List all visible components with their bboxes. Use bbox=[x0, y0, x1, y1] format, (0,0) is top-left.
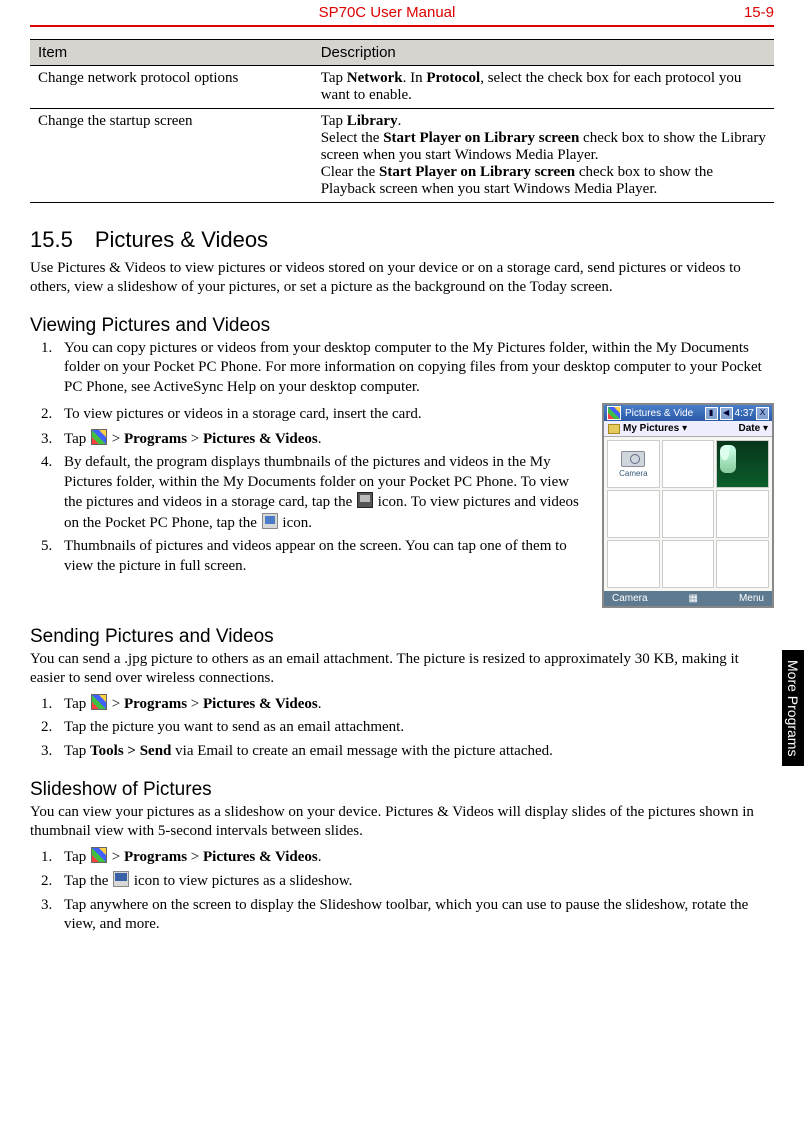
list-item: To view pictures or videos in a storage … bbox=[56, 405, 588, 425]
doc-title: SP70C User Manual bbox=[319, 4, 456, 21]
section-heading: 15.5 Pictures & Videos bbox=[30, 227, 774, 253]
section-tab: More Programs bbox=[782, 650, 804, 766]
subsection-heading: Slideshow of Pictures bbox=[30, 779, 774, 801]
list-item: Tap > Programs > Pictures & Videos. bbox=[56, 429, 588, 450]
slideshow-steps: Tap > Programs > Pictures & Videos. Tap … bbox=[30, 847, 774, 935]
thumb-empty bbox=[662, 440, 715, 488]
thumb-empty bbox=[607, 540, 660, 588]
list-item: Tap anywhere on the screen to display th… bbox=[56, 896, 774, 935]
folder-bar: My Pictures ▾ Date ▾ bbox=[604, 421, 772, 437]
start-icon bbox=[91, 429, 107, 445]
table-row: Change network protocol options Tap Netw… bbox=[30, 66, 774, 109]
slideshow-icon bbox=[113, 871, 129, 887]
col-item: Item bbox=[30, 40, 313, 66]
subsection-heading: Viewing Pictures and Videos bbox=[30, 315, 774, 337]
col-description: Description bbox=[313, 40, 774, 66]
folder-dropdown-icon: ▾ bbox=[682, 423, 687, 434]
list-item: Tap > Programs > Pictures & Videos. bbox=[56, 694, 774, 715]
subsection-heading: Sending Pictures and Videos bbox=[30, 626, 774, 648]
thumb-empty bbox=[716, 490, 769, 538]
viewing-steps-cont: To view pictures or videos in a storage … bbox=[30, 405, 588, 576]
waterfall-thumb bbox=[716, 440, 769, 488]
camera-label: Camera bbox=[619, 469, 647, 478]
sort-dropdown-icon: ▾ bbox=[763, 423, 768, 434]
speaker-icon: ◀ bbox=[720, 407, 733, 420]
thumb-empty bbox=[662, 490, 715, 538]
start-icon bbox=[91, 847, 107, 863]
cell-desc: Tap Library. Select the Start Player on … bbox=[313, 109, 774, 203]
camera-icon bbox=[621, 451, 645, 467]
titlebar: Pictures & Vide ▮ ◀ 4:37 X bbox=[604, 405, 772, 421]
folder-label: My Pictures bbox=[623, 423, 679, 434]
list-item: Tap the icon to view pictures as a slide… bbox=[56, 871, 774, 892]
viewing-steps: You can copy pictures or videos from you… bbox=[30, 339, 774, 398]
list-item: Tap the picture you want to send as an e… bbox=[56, 718, 774, 738]
start-flag-icon bbox=[607, 406, 621, 420]
list-item: Thumbnails of pictures and videos appear… bbox=[56, 537, 588, 576]
section-intro: Use Pictures & Videos to view pictures o… bbox=[30, 259, 774, 297]
storage-card-icon bbox=[357, 492, 373, 508]
header-rule bbox=[30, 25, 774, 27]
softkey-right: Menu bbox=[739, 593, 764, 604]
table-row: Change the startup screen Tap Library. S… bbox=[30, 109, 774, 203]
page-number: 15-9 bbox=[744, 4, 774, 21]
folder-icon bbox=[608, 424, 620, 434]
clock: 4:37 bbox=[735, 408, 754, 419]
thumb-empty bbox=[662, 540, 715, 588]
softkey-left: Camera bbox=[612, 593, 648, 604]
app-title: Pictures & Vide bbox=[625, 408, 693, 419]
cell-item: Change the startup screen bbox=[30, 109, 313, 203]
cell-item: Change network protocol options bbox=[30, 66, 313, 109]
start-icon bbox=[91, 694, 107, 710]
section-intro: You can send a .jpg picture to others as… bbox=[30, 650, 774, 688]
sip-icon: ▦ bbox=[689, 593, 698, 604]
sort-label: Date bbox=[739, 423, 761, 434]
page-header: SP70C User Manual 15-9 bbox=[30, 0, 774, 25]
list-item: By default, the program displays thumbna… bbox=[56, 453, 588, 533]
thumbnail-grid: Camera bbox=[604, 437, 772, 591]
softkey-bar: Camera ▦ Menu bbox=[604, 591, 772, 606]
list-item: Tap Tools > Send via Email to create an … bbox=[56, 742, 774, 762]
camera-thumb: Camera bbox=[607, 440, 660, 488]
close-icon: X bbox=[756, 407, 769, 420]
sending-steps: Tap > Programs > Pictures & Videos. Tap … bbox=[30, 694, 774, 762]
thumb-empty bbox=[716, 540, 769, 588]
thumb-empty bbox=[607, 490, 660, 538]
list-item: Tap > Programs > Pictures & Videos. bbox=[56, 847, 774, 868]
options-table: Item Description Change network protocol… bbox=[30, 39, 774, 203]
table-header-row: Item Description bbox=[30, 40, 774, 66]
signal-icon: ▮ bbox=[705, 407, 718, 420]
section-intro: You can view your pictures as a slidesho… bbox=[30, 803, 774, 841]
cell-desc: Tap Network. In Protocol, select the che… bbox=[313, 66, 774, 109]
pocket-pc-icon bbox=[262, 513, 278, 529]
list-item: You can copy pictures or videos from you… bbox=[56, 339, 774, 398]
app-screenshot: Pictures & Vide ▮ ◀ 4:37 X My Pictures ▾… bbox=[602, 403, 774, 608]
